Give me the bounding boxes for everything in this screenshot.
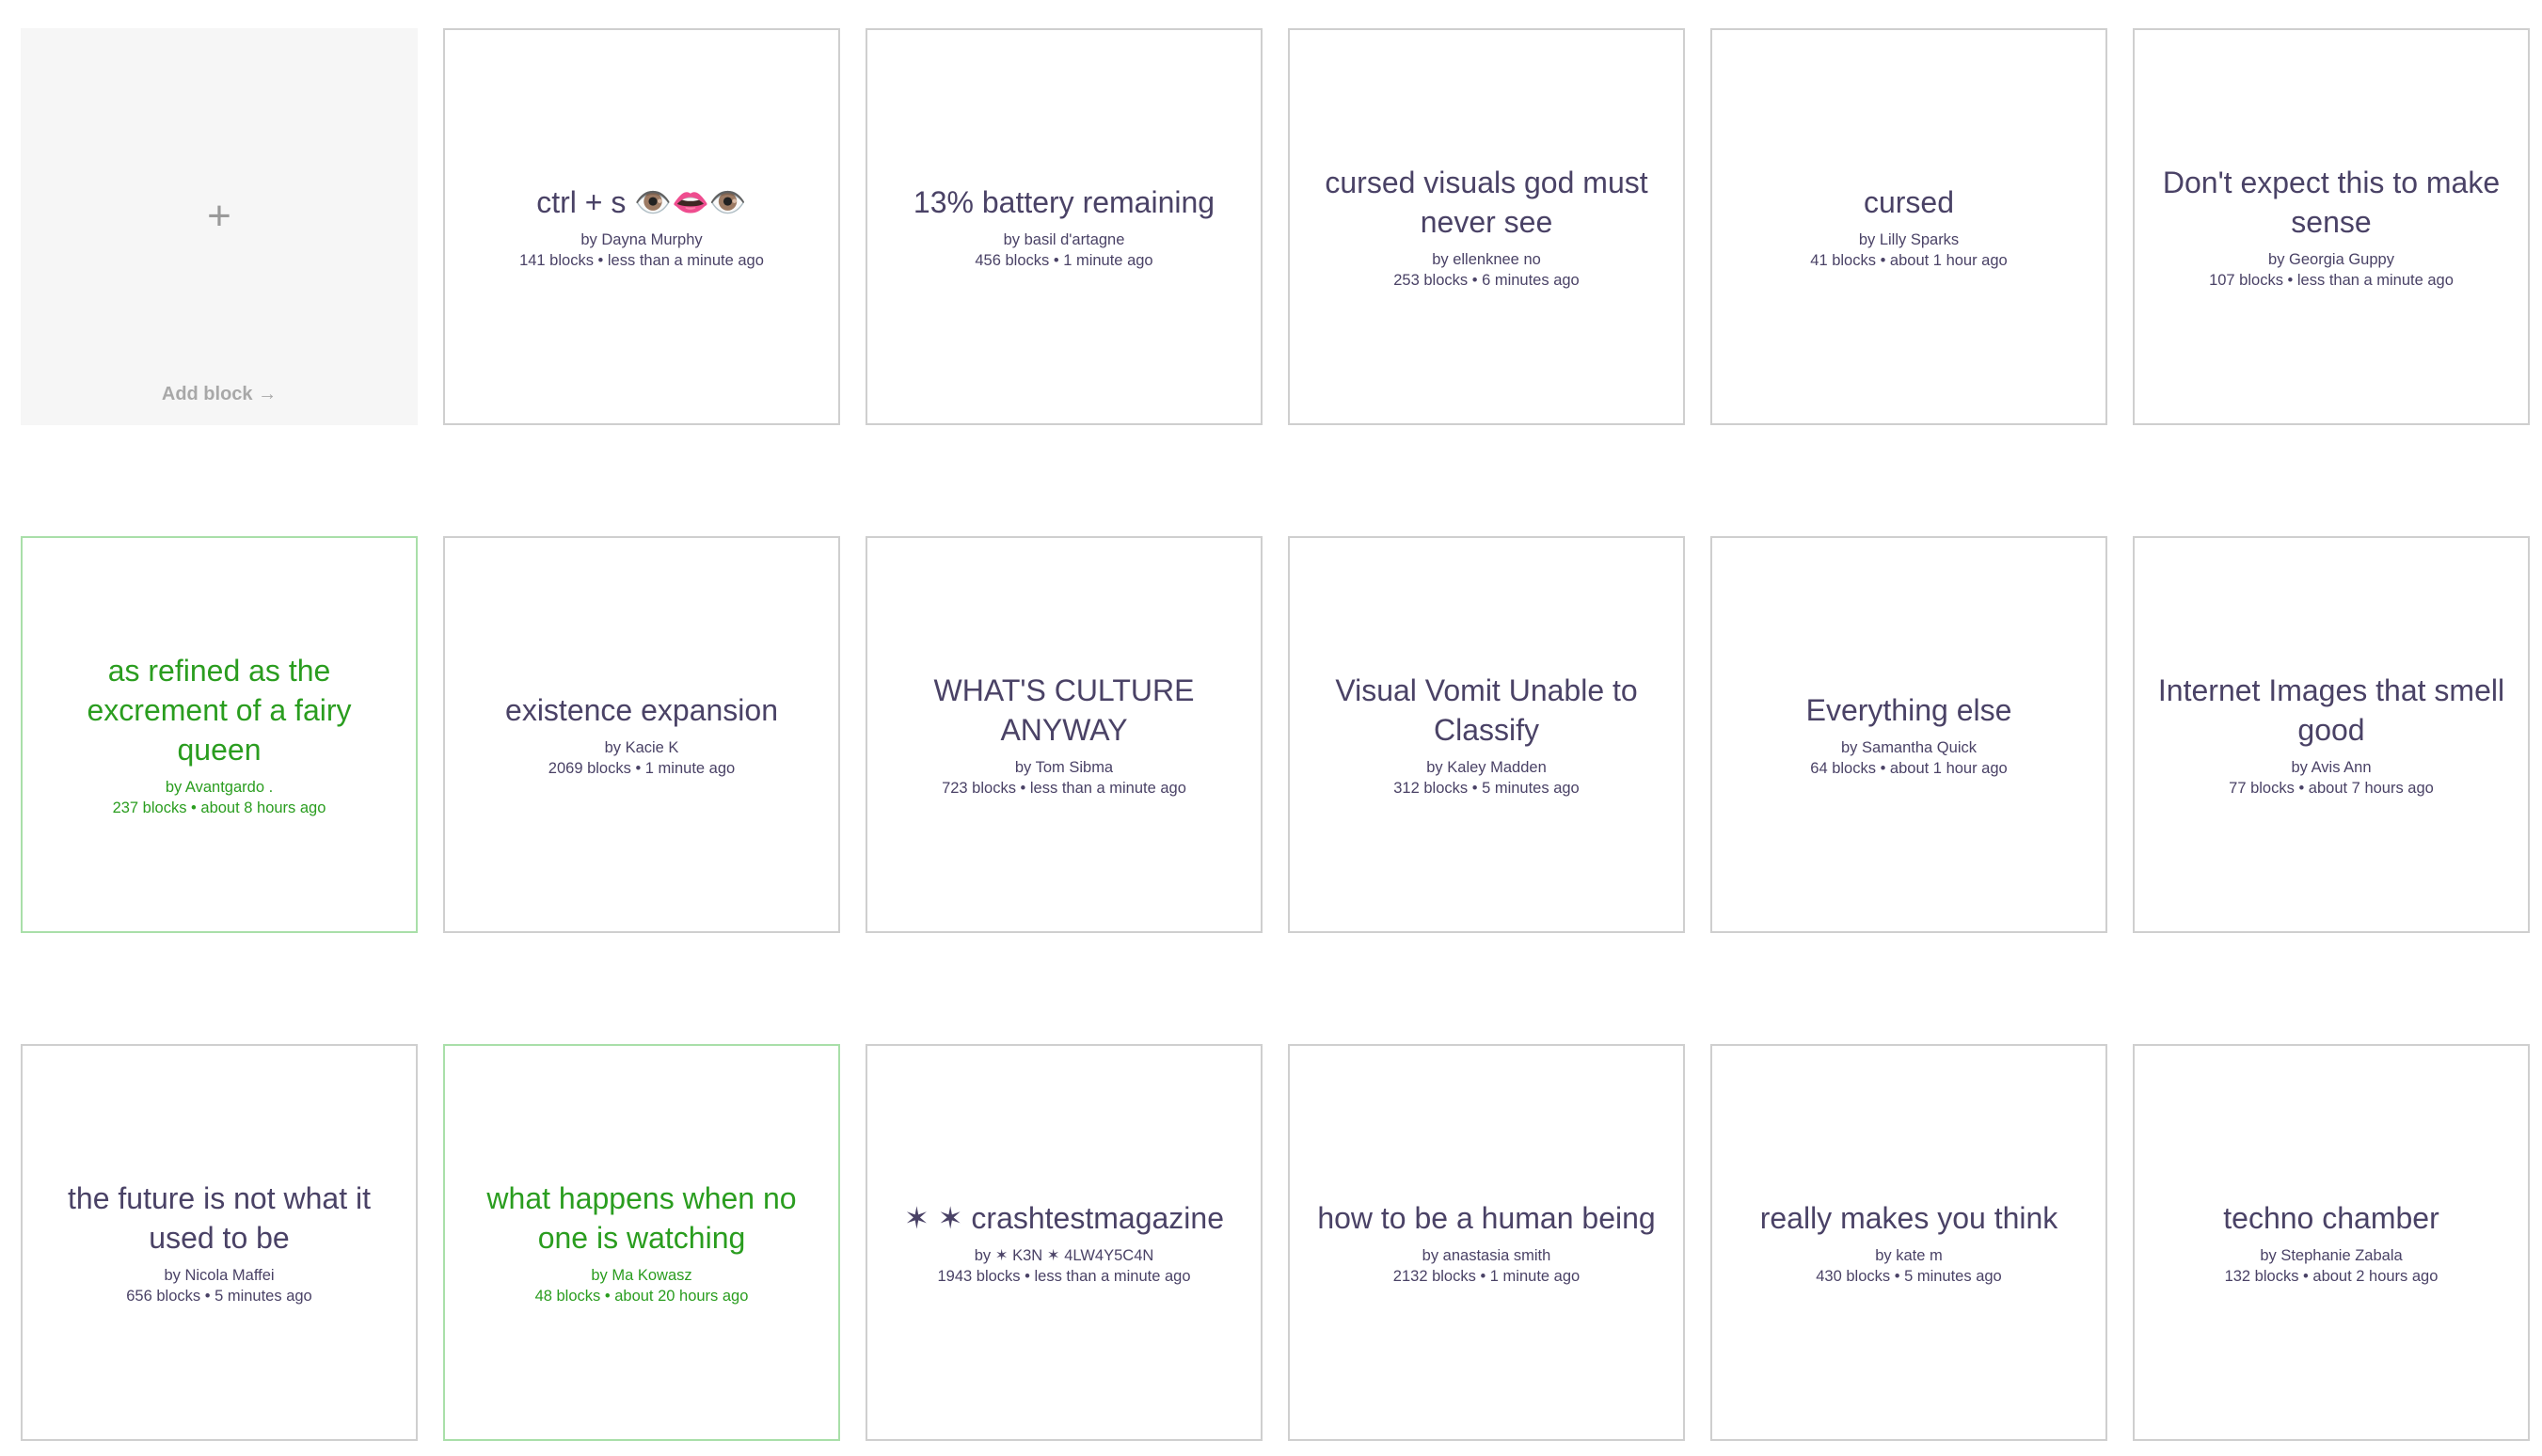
channel-grid: + Add block → ctrl + s 👁️👄👁️ by Dayna Mur… — [21, 28, 2530, 1441]
channel-meta: 2069 blocks • 1 minute ago — [548, 760, 736, 777]
channel-author[interactable]: by Avis Ann — [2291, 757, 2371, 778]
channel-title[interactable]: 13% battery remaining — [914, 182, 1215, 222]
channel-author[interactable]: by Avantgardo . — [166, 777, 273, 798]
channel-meta: 48 blocks • about 20 hours ago — [534, 1288, 749, 1305]
channel-card[interactable]: really makes you think by kate m 430 block… — [1710, 1044, 2107, 1441]
channel-title[interactable]: as refined as the excrement of a fairy q… — [43, 651, 395, 769]
channel-meta: 656 blocks • 5 minutes ago — [126, 1288, 312, 1305]
channel-meta: 456 blocks • 1 minute ago — [975, 252, 1153, 269]
channel-meta: 77 blocks • about 7 hours ago — [2229, 780, 2434, 797]
channel-author[interactable]: by Tom Sibma — [1015, 757, 1113, 778]
channel-card[interactable]: as refined as the excrement of a fairy q… — [21, 536, 418, 933]
channel-meta: 1943 blocks • less than a minute ago — [937, 1268, 1191, 1285]
channel-author[interactable]: by kate m — [1875, 1245, 1943, 1266]
channel-author[interactable]: by Kacie K — [605, 737, 679, 758]
channel-author[interactable]: by Samantha Quick — [1841, 737, 1977, 758]
channel-author[interactable]: by ellenknee no — [1432, 249, 1541, 270]
channel-meta: 132 blocks • about 2 hours ago — [2224, 1268, 2439, 1285]
channel-card[interactable]: WHAT'S CULTURE ANYWAY by Tom Sibma 723 blo… — [866, 536, 1263, 933]
channel-meta: 237 blocks • about 8 hours ago — [112, 799, 326, 816]
channel-title[interactable]: Don't expect this to make sense — [2155, 163, 2507, 242]
channel-author[interactable]: by basil d'artagne — [1004, 229, 1125, 250]
channel-title[interactable]: ✶ ✶ crashtestmagazine — [904, 1198, 1224, 1238]
channel-title[interactable]: techno chamber — [2223, 1198, 2439, 1238]
channel-author[interactable]: by anastasia smith — [1422, 1245, 1551, 1266]
channel-card[interactable]: techno chamber by Stephanie Zabala 132 blo… — [2133, 1044, 2530, 1441]
channel-title[interactable]: really makes you think — [1760, 1198, 2058, 1238]
channel-card[interactable]: Everything else by Samantha Quick 64 block… — [1710, 536, 2107, 933]
channel-title[interactable]: existence expansion — [505, 690, 778, 730]
channel-title[interactable]: Everything else — [1806, 690, 2012, 730]
channel-card[interactable]: what happens when no one is watching by M… — [443, 1044, 840, 1441]
channel-author[interactable]: by Stephanie Zabala — [2260, 1245, 2402, 1266]
channel-title[interactable]: Visual Vomit Unable to Classify — [1311, 671, 1662, 750]
channel-author[interactable]: by Lilly Sparks — [1859, 229, 1959, 250]
channel-card[interactable]: the future is not what it used to be by N… — [21, 1044, 418, 1441]
channel-meta: 723 blocks • less than a minute ago — [942, 780, 1186, 797]
channel-meta: 107 blocks • less than a minute ago — [2209, 272, 2454, 289]
add-block-label[interactable]: Add block → — [21, 384, 418, 405]
channel-title[interactable]: what happens when no one is watching — [466, 1179, 818, 1258]
channel-author[interactable]: by ✶ K3N ✶ 4LW4Y5C4N — [975, 1245, 1154, 1266]
plus-icon: + — [207, 193, 231, 239]
channel-meta: 141 blocks • less than a minute ago — [519, 252, 764, 269]
channel-meta: 253 blocks • 6 minutes ago — [1393, 272, 1580, 289]
channel-meta: 64 blocks • about 1 hour ago — [1810, 760, 2008, 777]
channel-author[interactable]: by Dayna Murphy — [580, 229, 702, 250]
arrow-right-icon: → — [258, 384, 278, 404]
channel-meta: 2132 blocks • 1 minute ago — [1392, 1268, 1581, 1285]
channel-card[interactable]: 13% battery remaining by basil d'artagne 4… — [866, 28, 1263, 425]
add-block-text: Add block — [161, 384, 253, 404]
channel-meta: 312 blocks • 5 minutes ago — [1393, 780, 1580, 797]
channel-card[interactable]: ✶ ✶ crashtestmagazine by ✶ K3N ✶ 4LW4Y5C4… — [866, 1044, 1263, 1441]
channel-title[interactable]: cursed — [1864, 182, 1954, 222]
add-block-card[interactable]: + Add block → — [21, 28, 418, 425]
channel-card[interactable]: Visual Vomit Unable to Classify by Kaley … — [1288, 536, 1685, 933]
channel-card[interactable]: ctrl + s 👁️👄👁️ by Dayna Murphy 141 blocks … — [443, 28, 840, 425]
channel-card[interactable]: cursed by Lilly Sparks 41 blocks • about 1… — [1710, 28, 2107, 425]
channel-card[interactable]: how to be a human being by anastasia smit… — [1288, 1044, 1685, 1441]
channel-title[interactable]: the future is not what it used to be — [43, 1179, 395, 1258]
channel-title[interactable]: how to be a human being — [1317, 1198, 1655, 1238]
channel-title[interactable]: cursed visuals god must never see — [1311, 163, 1662, 242]
channel-card[interactable]: Don't expect this to make sense by Georgi… — [2133, 28, 2530, 425]
channel-author[interactable]: by Georgia Guppy — [2268, 249, 2394, 270]
channel-card[interactable]: existence expansion by Kacie K 2069 blocks… — [443, 536, 840, 933]
channel-author[interactable]: by Ma Kowasz — [591, 1265, 691, 1286]
channel-title[interactable]: ctrl + s 👁️👄👁️ — [536, 182, 747, 222]
channel-meta: 41 blocks • about 1 hour ago — [1810, 252, 2008, 269]
channel-author[interactable]: by Kaley Madden — [1426, 757, 1547, 778]
channel-author[interactable]: by Nicola Maffei — [164, 1265, 274, 1286]
channel-card[interactable]: cursed visuals god must never see by elle… — [1288, 28, 1685, 425]
channel-title[interactable]: WHAT'S CULTURE ANYWAY — [888, 671, 1240, 750]
channel-title[interactable]: Internet Images that smell good — [2155, 671, 2507, 750]
channel-card[interactable]: Internet Images that smell good by Avis A… — [2133, 536, 2530, 933]
channel-meta: 430 blocks • 5 minutes ago — [1816, 1268, 2002, 1285]
